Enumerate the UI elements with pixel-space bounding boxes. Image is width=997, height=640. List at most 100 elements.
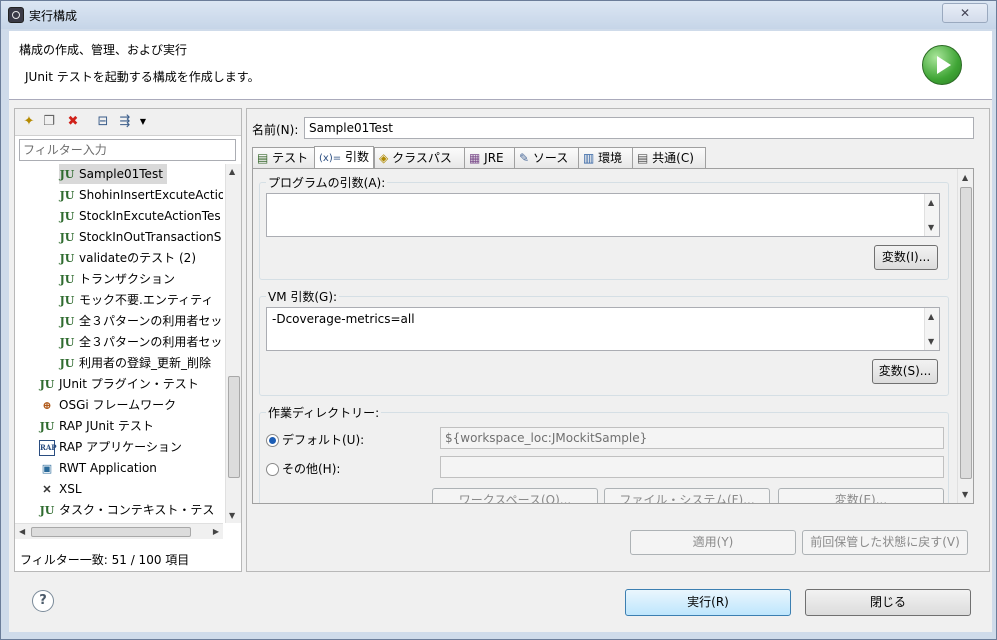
configuration-tree-panel: ✦ ❐ ✖ ⊟ ⇶ ▼ フィルター入力 JU Sample01Test JU Shoh…	[14, 108, 242, 572]
config-type-icon: ✕	[42, 482, 52, 496]
config-type-icon: JU	[59, 314, 75, 328]
configuration-editor: 名前(N): Sample01Test ▤ テスト (x)= 引数 ◈ クラスパ…	[246, 108, 990, 572]
duplicate-icon[interactable]: ❐	[41, 114, 57, 130]
tree-item-label: モック不要.エンティティ	[79, 293, 214, 307]
tree-item-label: RWT Application	[59, 461, 157, 475]
tree-item-label: トランザクション	[79, 272, 176, 286]
other-radio-label: その他(H):	[282, 462, 341, 476]
configuration-tree: JU Sample01Test JU ShohinInsertExcuteActio J…	[15, 164, 223, 523]
directory-variables-button[interactable]: 変数(E)...	[778, 488, 944, 503]
tree-item[interactable]: JU モック不要.エンティティ	[59, 290, 217, 310]
tab-common[interactable]: ▤ 共通(C)	[632, 147, 706, 168]
tree-item-label: 全３パターンの利用者セッ	[79, 314, 223, 328]
program-args-variables-button[interactable]: 変数(I)...	[874, 245, 938, 270]
delete-icon[interactable]: ✖	[65, 114, 81, 130]
tree-item[interactable]: JU タスク・コンテキスト・テス	[39, 500, 218, 520]
tab-classpath[interactable]: ◈ クラスパス	[374, 147, 466, 168]
help-icon[interactable]: ?	[32, 590, 54, 612]
config-type-icon: JU	[59, 272, 75, 286]
tree-item[interactable]: JU Sample01Test	[59, 164, 167, 184]
tab-arguments[interactable]: (x)= 引数	[314, 146, 374, 168]
config-type-icon: JU	[59, 230, 75, 244]
vm-args-group: VM 引数(G): -Dcoverage-metrics=all ▲ ▼ 変数(S…	[259, 288, 949, 396]
tree-item[interactable]: JU ShohinInsertExcuteActio	[59, 185, 223, 205]
run-button[interactable]: 実行(R)	[625, 589, 791, 616]
tree-item[interactable]: JU StockInExcuteActionTes	[59, 206, 223, 226]
tab-jre[interactable]: ▦ JRE	[464, 147, 516, 168]
filter-icon[interactable]: ⇶	[117, 114, 133, 130]
program-args-scrollbar[interactable]: ▲ ▼	[924, 194, 939, 236]
dropdown-arrow-icon[interactable]: ▼	[135, 114, 151, 130]
tab-jre-icon: ▦	[469, 151, 481, 165]
header-title: 構成の作成、管理、および実行	[19, 43, 188, 57]
tree-item-label: StockInExcuteActionTes	[79, 209, 221, 223]
config-type-icon: ▣	[41, 461, 53, 475]
tree-item[interactable]: ⊕ OSGi フレームワーク	[39, 395, 180, 415]
config-type-icon: JU	[59, 251, 75, 265]
vm-args-scrollbar[interactable]: ▲ ▼	[924, 308, 939, 350]
name-field[interactable]: Sample01Test	[304, 117, 974, 139]
tree-item[interactable]: JU StockInOutTransactionS	[59, 227, 223, 247]
panel-scrollbar[interactable]: ▲ ▼	[957, 169, 973, 503]
config-type-icon: JU	[39, 377, 55, 391]
header-subtitle: JUnit テストを起動する構成を作成します。	[25, 70, 260, 84]
run-configurations-dialog: 実行構成 ✕ 構成の作成、管理、および実行 JUnit テストを起動する構成を作…	[0, 0, 997, 640]
tree-item-label: 利用者の登録_更新_削除	[79, 356, 212, 370]
tab-common-icon: ▤	[637, 151, 649, 165]
tree-item[interactable]: JU validateのテスト (2)	[59, 248, 200, 268]
config-type-icon: JU	[59, 356, 75, 370]
tab-test-icon: ▤	[257, 151, 269, 165]
new-config-icon[interactable]: ✦	[21, 114, 37, 130]
other-radio[interactable]	[266, 463, 279, 476]
close-window-button[interactable]: ✕	[942, 3, 988, 23]
dialog-body: ✦ ❐ ✖ ⊟ ⇶ ▼ フィルター入力 JU Sample01Test JU Shoh…	[9, 100, 992, 632]
tab-source[interactable]: ✎ ソース	[514, 147, 580, 168]
title-bar: 実行構成 ✕	[1, 1, 996, 29]
tree-item[interactable]: JU 利用者の登録_更新_削除	[59, 353, 215, 373]
apply-button[interactable]: 適用(Y)	[630, 530, 796, 555]
collapse-all-icon[interactable]: ⊟	[95, 114, 111, 130]
tree-item-label: RAP JUnit テスト	[59, 419, 154, 433]
scroll-thumb[interactable]	[228, 376, 240, 478]
tree-item-label: Sample01Test	[79, 167, 163, 181]
tree-item-label: StockInOutTransactionS	[79, 230, 222, 244]
default-directory-field: ${workspace_loc:JMockitSample}	[440, 427, 944, 449]
tree-item[interactable]: JU JUnit プラグイン・テスト	[39, 374, 203, 394]
program-args-label: プログラムの引数(A):	[266, 174, 388, 191]
program-args-group: プログラムの引数(A): ▲ ▼ 変数(I)...	[259, 174, 949, 280]
workspace-button[interactable]: ワークスペース(O)...	[432, 488, 598, 503]
arguments-panel: プログラムの引数(A): ▲ ▼ 変数(I)... VM 引数(G): -Dcov…	[252, 168, 974, 504]
tree-item-label: XSL	[59, 482, 82, 496]
tree-item[interactable]: JU RAP JUnit テスト	[39, 416, 158, 436]
tree-item[interactable]: JU 全３パターンの利用者セッ	[59, 311, 223, 331]
tree-item[interactable]: RAP RAP アプリケーション	[39, 437, 186, 457]
tree-item[interactable]: ▣ RWT Application	[39, 458, 161, 478]
tab-environment[interactable]: ▥ 環境	[578, 147, 634, 168]
run-banner-icon	[922, 45, 962, 85]
program-args-textarea[interactable]: ▲ ▼	[266, 193, 940, 237]
vm-args-textarea[interactable]: -Dcoverage-metrics=all ▲ ▼	[266, 307, 940, 351]
close-button[interactable]: 閉じる	[805, 589, 971, 616]
config-type-icon: JU	[39, 419, 55, 433]
tab-test[interactable]: ▤ テスト	[252, 147, 316, 168]
tree-item[interactable]: JU トランザクション	[59, 269, 179, 289]
default-radio[interactable]	[266, 434, 279, 447]
tree-item[interactable]: ✕ XSL	[39, 479, 86, 499]
filter-input[interactable]: フィルター入力	[19, 139, 236, 161]
tree-item-label: OSGi フレームワーク	[59, 398, 177, 412]
panel-scroll-thumb[interactable]	[960, 187, 972, 479]
tree-item[interactable]: JU 全３パターンの利用者セッ	[59, 332, 223, 352]
vm-args-variables-button[interactable]: 変数(S)...	[872, 359, 938, 384]
window-title: 実行構成	[29, 9, 78, 23]
tree-item-label: タスク・コンテキスト・テス	[59, 503, 215, 517]
config-type-icon: JU	[59, 167, 75, 181]
eclipse-icon	[8, 7, 24, 23]
tree-vertical-scrollbar[interactable]: ▲ ▼	[225, 164, 241, 523]
scroll-thumb-h[interactable]	[31, 527, 191, 537]
other-directory-field[interactable]	[440, 456, 944, 478]
revert-button[interactable]: 前回保管した状態に戻す(V)	[802, 530, 968, 555]
tree-item-label: JUnit プラグイン・テスト	[59, 377, 199, 391]
file-system-button[interactable]: ファイル・システム(F)...	[604, 488, 770, 503]
tree-horizontal-scrollbar[interactable]: ◀ ▶	[15, 523, 223, 539]
config-type-icon: JU	[59, 293, 75, 307]
